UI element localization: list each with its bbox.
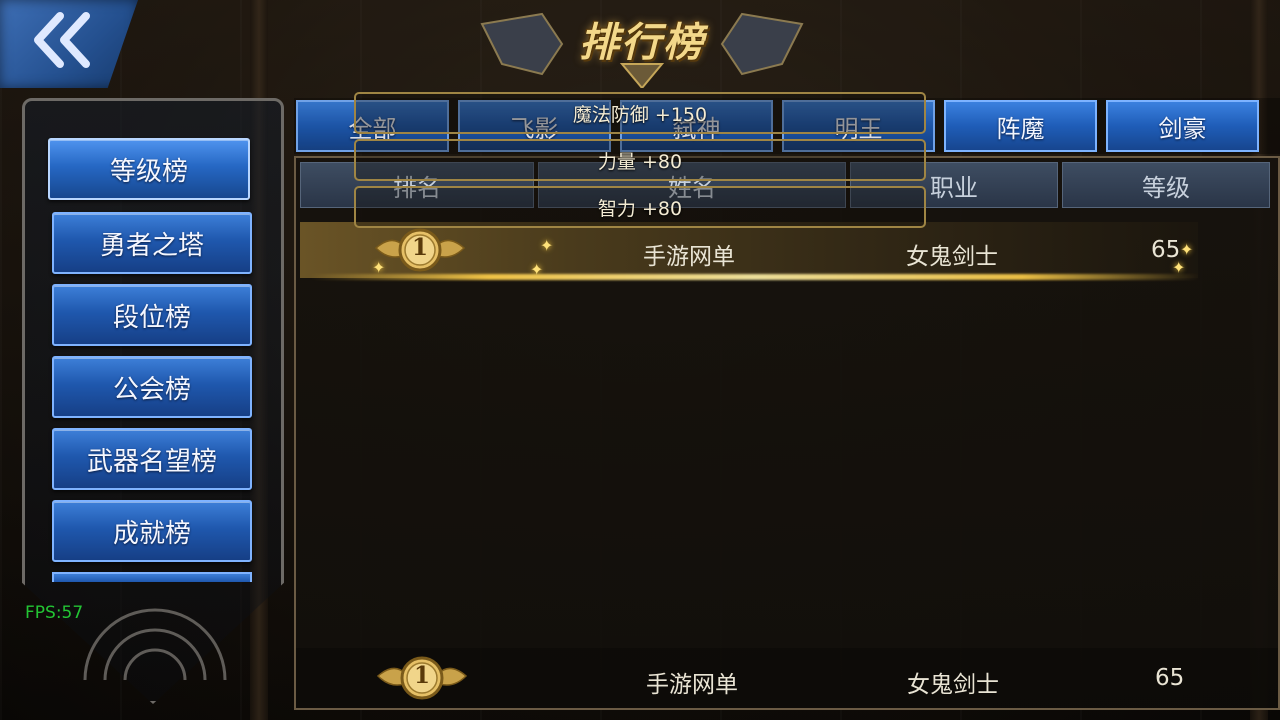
fan-ornament [83, 608, 227, 681]
page-title: 排行榜 [579, 20, 705, 66]
sparkle-icon: ✦ [1180, 240, 1194, 259]
attribute-intelligence: 智力 +80 [354, 186, 926, 228]
my-class: 女鬼剑士 [907, 672, 999, 698]
sparkle-icon: ✦ [540, 236, 554, 255]
attribute-magic-defense: 魔法防御 +150 [354, 92, 926, 134]
sidebar-item-achievement-rank[interactable]: 成就榜 [52, 500, 252, 562]
double-chevron-left-icon [34, 12, 90, 68]
player-class: 女鬼剑士 [906, 244, 998, 270]
column-header-level: 等级 [1062, 162, 1270, 208]
player-level: 65 [1151, 237, 1181, 263]
sidebar-item-level-rank[interactable]: 等级榜 [48, 138, 250, 200]
my-level: 65 [1155, 665, 1185, 691]
attribute-strength: 力量 +80 [354, 139, 926, 181]
my-name: 手游网单 [646, 672, 738, 698]
fps-counter: FPS:57 [25, 603, 84, 623]
title-banner: 排行榜 [472, 4, 812, 88]
sidebar-item-guild-rank[interactable]: 公会榜 [52, 356, 252, 418]
player-name: 手游网单 [643, 244, 735, 270]
rank-number: 1 [411, 234, 428, 261]
sidebar-item-tier-rank[interactable]: 段位榜 [52, 284, 252, 346]
sparkle-icon: ✦ [530, 260, 544, 279]
sidebar-item-hero-tower[interactable]: 勇者之塔 [52, 212, 252, 274]
row-glow-line [310, 274, 1200, 280]
sidebar-item-weapon-fame-rank[interactable]: 武器名望榜 [52, 428, 252, 490]
tab-jianhao[interactable]: 剑豪 [1106, 100, 1259, 152]
my-rank-number: 1 [413, 662, 430, 689]
tab-zhenmo[interactable]: 阵魔 [944, 100, 1097, 152]
